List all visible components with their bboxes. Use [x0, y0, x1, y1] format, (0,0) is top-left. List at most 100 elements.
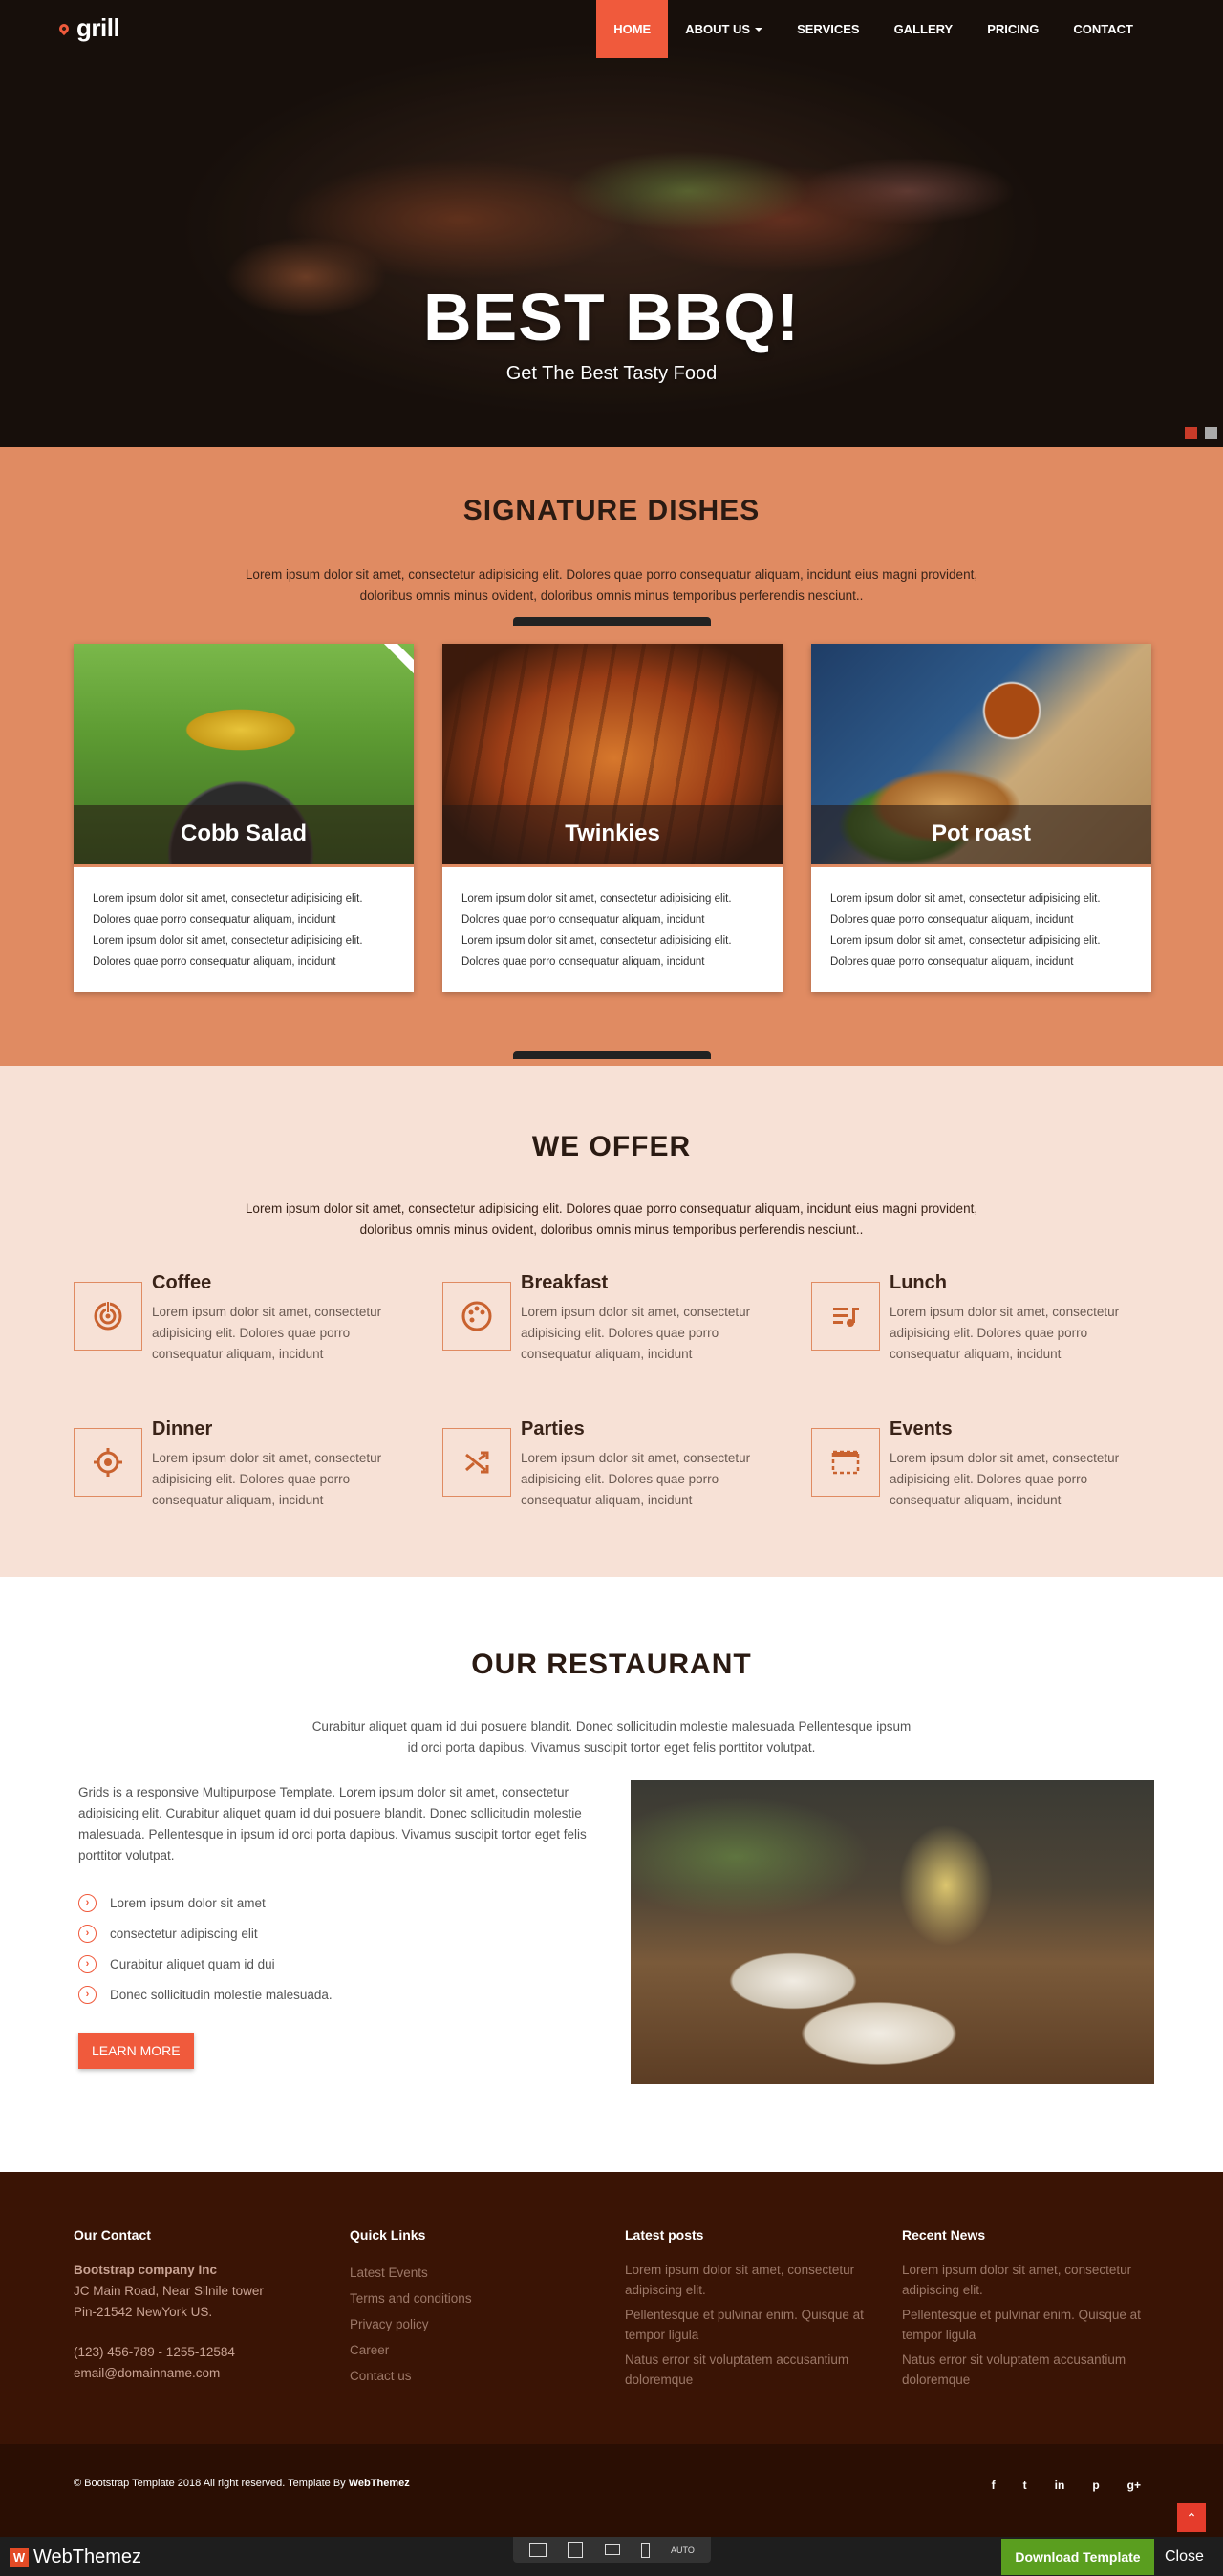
dish-image: Twinkies	[442, 644, 783, 867]
footer-recent-news: Recent News Lorem ipsum dolor sit amet, …	[902, 2227, 1141, 2395]
laptop-icon[interactable]	[568, 2542, 584, 2558]
dish-text-line: Dolores quae porro consequatur aliquam, …	[93, 914, 336, 926]
nav-home[interactable]: HOME	[596, 0, 669, 58]
social-links: f t in p g+	[992, 2479, 1141, 2492]
dish-text-line: Dolores quae porro consequatur aliquam, …	[830, 956, 1074, 968]
music-list-icon	[811, 1282, 880, 1351]
tablet-icon[interactable]	[604, 2544, 620, 2555]
footer-link[interactable]: Terms and conditions	[350, 2286, 598, 2311]
offer-name: Coffee	[152, 1272, 212, 1293]
desktop-icon[interactable]	[529, 2543, 547, 2557]
offer-text: Lorem ipsum dolor sit amet, consectetur …	[152, 1451, 382, 1507]
pinterest-icon[interactable]: p	[1092, 2479, 1099, 2492]
footer-heading: Recent News	[902, 2227, 986, 2243]
footer-contact: Our Contact Bootstrap company Inc JC Mai…	[74, 2227, 322, 2384]
hero-title: BEST BBQ!	[423, 280, 800, 354]
offer-text: Lorem ipsum dolor sit amet, consectetur …	[521, 1305, 751, 1361]
offer-item-dinner: Dinner Lorem ipsum dolor sit amet, conse…	[74, 1418, 414, 1511]
post-link[interactable]: Lorem ipsum dolor sit amet, consectetur …	[625, 2260, 864, 2300]
linkedin-icon[interactable]: in	[1055, 2479, 1065, 2492]
learn-more-button[interactable]: LEARN MORE	[78, 2033, 194, 2069]
twitter-icon[interactable]: t	[1023, 2479, 1027, 2492]
slider-dot[interactable]	[1185, 427, 1197, 439]
list-item-text: consectetur adipiscing elit	[110, 1926, 258, 1941]
offer-text: Lorem ipsum dolor sit amet, consectetur …	[890, 1451, 1120, 1507]
footer-link[interactable]: Career	[350, 2337, 598, 2363]
slider-indicators	[1185, 427, 1217, 439]
company-name: Bootstrap company Inc	[74, 2263, 218, 2277]
logo-text: grill	[76, 13, 120, 42]
back-to-top-button[interactable]: ⌃	[1177, 2503, 1206, 2532]
footer: Our Contact Bootstrap company Inc JC Mai…	[0, 2172, 1223, 2444]
copyright: © Bootstrap Template 2018 All right rese…	[74, 2478, 410, 2489]
copyright-text: © Bootstrap Template 2018 All right rese…	[74, 2478, 349, 2489]
chevron-right-icon: ›	[78, 1924, 97, 1943]
restaurant-feature-list: › Lorem ipsum dolor sit amet › consectetur…	[78, 1887, 599, 2010]
offer-grid: Coffee Lorem ipsum dolor sit amet, conse…	[74, 1272, 1151, 1511]
auto-size-button[interactable]: AUTO	[671, 2545, 695, 2555]
main-menu: HOME ABOUT US SERVICES GALLERY PRICING C…	[596, 0, 1150, 58]
dish-text-line: Dolores quae porro consequatur aliquam, …	[461, 956, 705, 968]
list-item: › Curabitur aliquet quam id dui	[78, 1948, 599, 1979]
slider-dot[interactable]	[1205, 427, 1217, 439]
dish-description: Lorem ipsum dolor sit amet, consectetur …	[811, 867, 1151, 992]
dish-description: Lorem ipsum dolor sit amet, consectetur …	[74, 867, 414, 992]
list-item-text: Curabitur aliquet quam id dui	[110, 1956, 275, 1971]
restaurant-photo	[631, 1780, 1154, 2084]
webthemez-logo[interactable]: W WebThemez	[10, 2546, 141, 2568]
dish-text-line: Dolores quae porro consequatur aliquam, …	[93, 956, 336, 968]
device-bar-handle	[513, 1051, 711, 1059]
template-preview-bar: W WebThemez AUTO Download Template Close	[0, 2537, 1223, 2576]
nav-gallery-label: GALLERY	[893, 22, 954, 36]
dish-text-line: Lorem ipsum dolor sit amet, consectetur …	[830, 893, 1101, 905]
offer-item-coffee: Coffee Lorem ipsum dolor sit amet, conse…	[74, 1272, 414, 1365]
footer-link[interactable]: Privacy policy	[350, 2311, 598, 2337]
hero-caption: BEST BBQ! Get The Best Tasty Food	[0, 279, 1223, 385]
dish-text-line: Lorem ipsum dolor sit amet, consectetur …	[93, 893, 363, 905]
offer-text: Lorem ipsum dolor sit amet, consectetur …	[890, 1305, 1120, 1361]
news-link[interactable]: Natus error sit voluptatem accusantium d…	[902, 2350, 1141, 2390]
news-link[interactable]: Pellentesque et pulvinar enim. Quisque a…	[902, 2305, 1141, 2345]
offer-name: Dinner	[152, 1418, 213, 1439]
copyright-brand-link[interactable]: WebThemez	[349, 2478, 410, 2489]
dish-cards: Cobb Salad Lorem ipsum dolor sit amet, c…	[74, 644, 1151, 992]
nav-pricing[interactable]: PRICING	[970, 0, 1056, 58]
restaurant-content: Grids is a responsive Multipurpose Templ…	[78, 1782, 599, 2069]
offer-text: Lorem ipsum dolor sit amet, consectetur …	[152, 1305, 382, 1361]
dish-card[interactable]: Twinkies Lorem ipsum dolor sit amet, con…	[442, 644, 783, 992]
site-logo[interactable]: grill	[56, 13, 120, 43]
offer-item-lunch: Lunch Lorem ipsum dolor sit amet, consec…	[811, 1272, 1151, 1365]
post-link[interactable]: Natus error sit voluptatem accusantium d…	[625, 2350, 864, 2390]
list-item: › consectetur adipiscing elit	[78, 1918, 599, 1948]
facebook-icon[interactable]: f	[992, 2479, 996, 2492]
hero-banner: grill HOME ABOUT US SERVICES GALLERY PRI…	[0, 0, 1223, 447]
dish-description: Lorem ipsum dolor sit amet, consectetur …	[442, 867, 783, 992]
dish-card[interactable]: Pot roast Lorem ipsum dolor sit amet, co…	[811, 644, 1151, 992]
our-restaurant-section: OUR RESTAURANT Curabitur aliquet quam id…	[0, 1577, 1223, 2172]
close-bar-button[interactable]: Close	[1165, 2548, 1204, 2565]
offer-description: Lorem ipsum dolor sit amet, consectetur …	[245, 1202, 978, 1237]
google-plus-icon[interactable]: g+	[1127, 2479, 1141, 2492]
nav-gallery[interactable]: GALLERY	[877, 0, 971, 58]
nav-services[interactable]: SERVICES	[780, 0, 877, 58]
footer-heading: Our Contact	[74, 2227, 151, 2243]
news-link[interactable]: Lorem ipsum dolor sit amet, consectetur …	[902, 2260, 1141, 2300]
nav-about-us[interactable]: ABOUT US	[668, 0, 780, 58]
footer-link[interactable]: Contact us	[350, 2363, 598, 2389]
dish-card[interactable]: Cobb Salad Lorem ipsum dolor sit amet, c…	[74, 644, 414, 992]
nav-contact[interactable]: CONTACT	[1056, 0, 1150, 58]
map-pin-icon	[56, 21, 72, 35]
email-address[interactable]: email@domainname.com	[74, 2363, 322, 2384]
footer-link[interactable]: Latest Events	[350, 2260, 598, 2286]
coffee-target-icon	[74, 1282, 142, 1351]
shuffle-icon	[442, 1428, 511, 1497]
mobile-icon[interactable]	[640, 2542, 650, 2558]
offer-name: Lunch	[890, 1272, 947, 1293]
dish-text-line: Lorem ipsum dolor sit amet, consectetur …	[461, 935, 732, 947]
webthemez-badge: W	[10, 2547, 29, 2567]
nav-home-label: HOME	[613, 22, 652, 36]
post-link[interactable]: Pellentesque et pulvinar enim. Quisque a…	[625, 2305, 864, 2345]
footer-quick-links: Quick Links Latest Events Terms and cond…	[350, 2227, 598, 2389]
restaurant-title: OUR RESTAURANT	[471, 1649, 752, 1680]
download-template-button[interactable]: Download Template	[1001, 2539, 1154, 2575]
